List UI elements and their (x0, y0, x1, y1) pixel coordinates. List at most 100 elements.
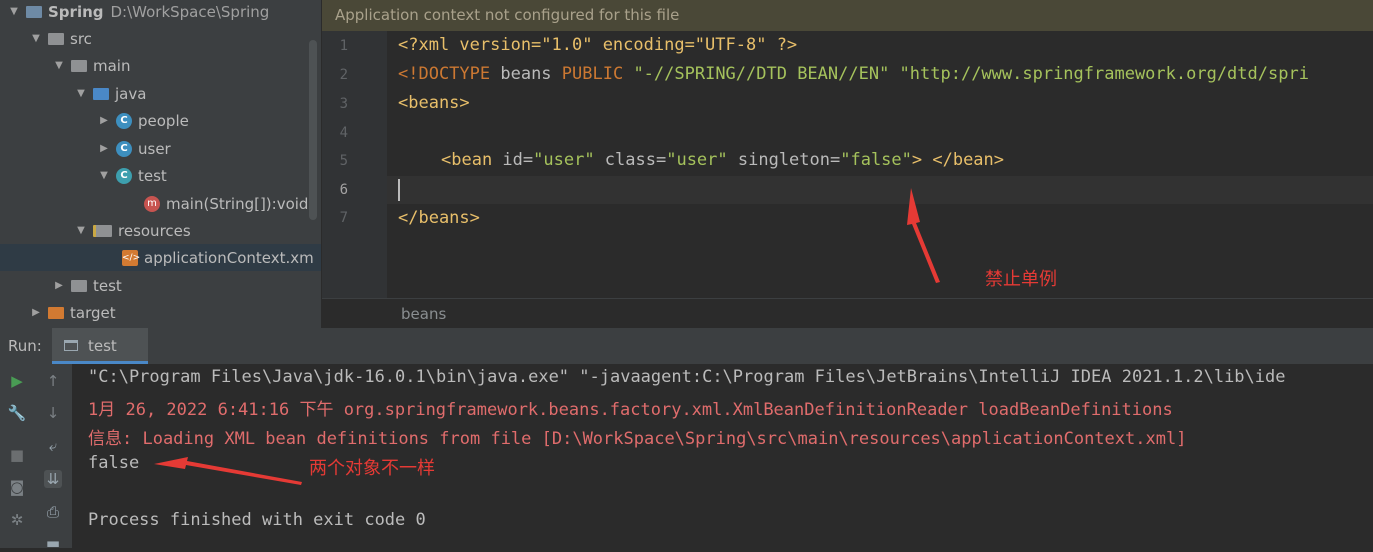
run-label: Run: (8, 337, 42, 355)
console-line-output: false (88, 453, 140, 473)
annotation-arrow-1 (907, 188, 940, 283)
chevron-right-icon[interactable]: ▶ (98, 115, 110, 127)
bean-open: <bean (441, 150, 493, 170)
annotation-objects-differ: 两个对象不一样 (309, 458, 435, 479)
tree-item-label: test (93, 276, 122, 295)
tree-item-label: applicationContext.xm (144, 248, 314, 267)
chevron-down-icon[interactable]: ▼ (98, 170, 110, 182)
tab-test[interactable]: test (52, 328, 148, 364)
tree-row-target[interactable]: ▶ target (0, 299, 321, 326)
tree-scrollbar[interactable] (309, 40, 317, 220)
tree-item-label: people (138, 111, 189, 130)
line-number: 4 (339, 125, 348, 141)
tree-item-label: resources (118, 221, 191, 240)
attr-class: class= (594, 150, 667, 170)
tree-row-main[interactable]: ▼ main (0, 52, 321, 79)
print-icon[interactable]: ⎙ (44, 503, 62, 521)
tree-row-src[interactable]: ▼ src (0, 25, 321, 52)
method-icon: m (144, 195, 160, 212)
rerun-icon[interactable]: ▶ (8, 372, 26, 390)
line-number: 5 (339, 153, 348, 169)
breadcrumb: beans (322, 298, 1373, 329)
tree-row-test-folder[interactable]: ▶ test (0, 272, 321, 299)
tree-row-resources[interactable]: ▼ resources (0, 217, 321, 244)
tree-row-java[interactable]: ▼ java (0, 80, 321, 107)
chevron-down-icon[interactable]: ▼ (75, 225, 87, 237)
val-class: "user" (666, 150, 728, 170)
project-path: D:\WorkSpace\Spring (110, 2, 270, 21)
run-toolwindow-header: Run: test (0, 328, 1373, 365)
code-line-7: </beans> (398, 204, 480, 232)
project-folder-icon (26, 5, 42, 18)
console-line-info: 信息: Loading XML bean definitions from fi… (88, 429, 1187, 449)
code-line-5: <bean id="user" class="user" singleton="… (441, 146, 1004, 174)
down-arrow-icon[interactable]: ↓ (44, 404, 62, 422)
annotation-disable-singleton: 禁止单例 (985, 269, 1057, 290)
project-tree: ▼ Spring D:\WorkSpace\Spring ▼ src ▼ mai… (0, 0, 321, 328)
beans-close-tag: </beans> (398, 208, 480, 228)
code-line-3: <beans> (398, 89, 470, 117)
attr-id: id= (492, 150, 534, 170)
breadcrumb-item[interactable]: beans (401, 305, 446, 323)
stop-icon[interactable]: ■ (8, 446, 26, 464)
doctype-root: beans (490, 64, 562, 84)
chevron-down-icon[interactable]: ▼ (8, 6, 20, 18)
resources-folder-icon (93, 224, 112, 237)
chevron-down-icon[interactable]: ▼ (75, 88, 87, 100)
xml-file-icon: </> (122, 249, 140, 266)
tree-row-project[interactable]: ▼ Spring D:\WorkSpace\Spring (0, 0, 321, 25)
chevron-right-icon[interactable]: ▶ (53, 280, 65, 292)
xml-declaration: <?xml version="1.0" encoding="UTF-8" ?> (398, 35, 798, 55)
wrench-icon[interactable]: 🔧 (8, 404, 27, 422)
run-console[interactable]: "C:\Program Files\Java\jdk-16.0.1\bin\ja… (72, 364, 1373, 548)
up-arrow-icon[interactable]: ↑ (44, 372, 62, 390)
run-toolbar: ▶ ↑ 🔧 ↓ ⤶ ■ ⇊ ◙ ⎙ ✲ ▬ (0, 364, 72, 552)
tree-item-label: target (70, 303, 116, 322)
tab-label: test (88, 337, 117, 355)
tree-item-label: main (93, 56, 131, 75)
line-number: 1 (339, 38, 348, 54)
doctype-ids: "-//SPRING//DTD BEAN//EN" "http://www.sp… (623, 64, 1309, 84)
tree-row-main-method[interactable]: m main(String[]):void (0, 190, 321, 217)
tree-item-label: user (138, 139, 171, 158)
tree-row-user[interactable]: ▶ C user (0, 135, 321, 162)
line-number: 7 (339, 210, 348, 226)
code-editor[interactable]: Application context not configured for t… (322, 0, 1373, 329)
tree-item-label: test (138, 166, 167, 185)
doctype-keyword: <!DOCTYPE (398, 64, 491, 84)
source-folder-icon (93, 87, 109, 100)
console-icon (64, 340, 78, 351)
settings-icon[interactable]: ✲ (8, 511, 26, 529)
annotation-arrow-2 (154, 457, 302, 485)
chevron-down-icon[interactable]: ▼ (53, 60, 65, 72)
soft-wrap-icon[interactable]: ⤶ (44, 437, 62, 455)
scroll-to-end-icon[interactable]: ⇊ (44, 470, 62, 488)
beans-open-tag: <beans> (398, 93, 470, 113)
folder-icon (71, 279, 87, 292)
tree-item-label: main(String[]):void (166, 194, 309, 213)
line-number: 3 (339, 96, 348, 112)
tree-item-label: java (115, 84, 147, 103)
camera-icon[interactable]: ◙ (8, 478, 26, 496)
tree-row-test-class[interactable]: ▼ C test (0, 162, 321, 189)
console-line-command: "C:\Program Files\Java\jdk-16.0.1\bin\ja… (88, 367, 1286, 387)
project-name: Spring (48, 2, 104, 21)
tree-row-people[interactable]: ▶ C people (0, 107, 321, 134)
code-line-2: <!DOCTYPE beans PUBLIC "-//SPRING//DTD B… (398, 60, 1309, 88)
chevron-right-icon[interactable]: ▶ (30, 307, 42, 319)
console-line-timestamp: 1月 26, 2022 6:41:16 下午 org.springframewo… (88, 400, 1173, 420)
code-line-1: <?xml version="1.0" encoding="UTF-8" ?> (398, 31, 797, 59)
chevron-down-icon[interactable]: ▼ (30, 33, 42, 45)
attr-singleton: singleton= (727, 150, 841, 170)
text-caret (398, 179, 400, 201)
line-number: 6 (339, 182, 348, 198)
chevron-right-icon[interactable]: ▶ (98, 143, 110, 155)
class-icon: C (116, 112, 132, 129)
val-id: "user" (533, 150, 595, 170)
trash-icon[interactable]: ▬ (44, 534, 62, 552)
context-banner: Application context not configured for t… (322, 0, 1373, 31)
doctype-public: PUBLIC (561, 64, 624, 84)
tree-item-label: src (70, 29, 92, 48)
tree-row-applicationcontext[interactable]: </> applicationContext.xm (0, 244, 321, 271)
current-line-highlight (387, 176, 1373, 204)
